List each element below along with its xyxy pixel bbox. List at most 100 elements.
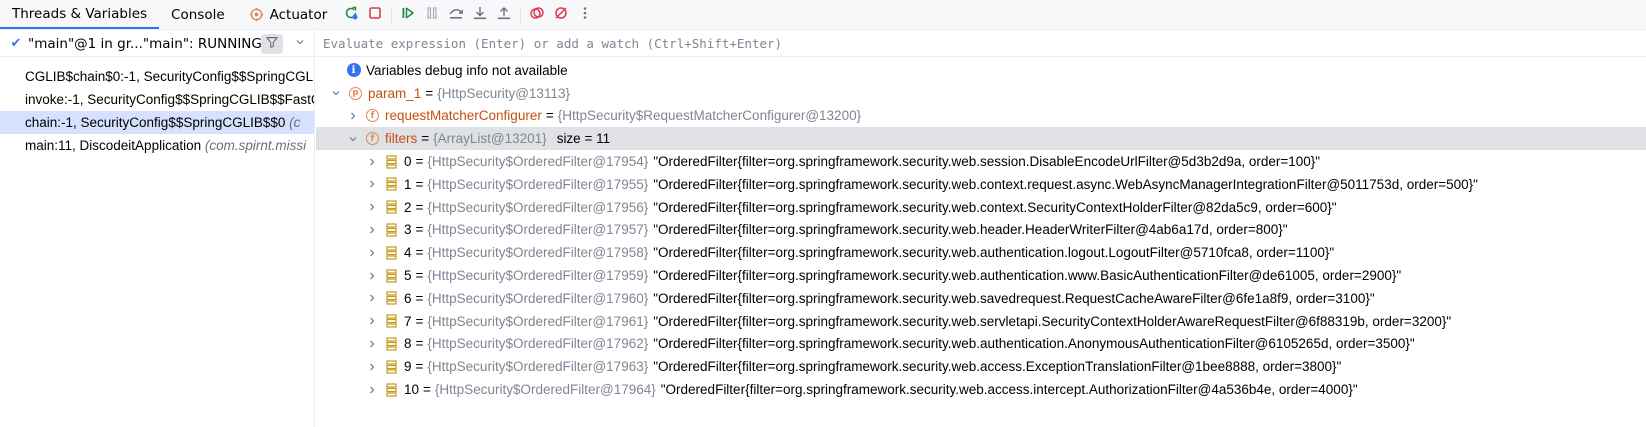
element-value: "OrderedFilter{filter=org.springframewor… (653, 336, 1415, 352)
thread-dropdown-button[interactable] (292, 36, 308, 52)
evaluate-expression-input[interactable]: Evaluate expression (Enter) or add a wat… (316, 31, 1646, 57)
array-element-row[interactable]: 2 = {HttpSecurity$OrderedFilter@17956} "… (316, 196, 1646, 219)
stop-icon (367, 5, 383, 25)
chevron-right-icon[interactable] (364, 268, 380, 284)
array-element-row[interactable]: 5 = {HttpSecurity$OrderedFilter@17959} "… (316, 264, 1646, 287)
check-icon: ✔ (10, 36, 22, 51)
variable-type: {ArrayList@13201} (433, 131, 547, 147)
element-index: 8 (404, 336, 412, 352)
filter-button[interactable] (261, 34, 283, 54)
array-element-row[interactable]: 7 = {HttpSecurity$OrderedFilter@17961} "… (316, 310, 1646, 333)
array-element-row[interactable]: 9 = {HttpSecurity$OrderedFilter@17963} "… (316, 355, 1646, 378)
equals-sign: = (415, 154, 424, 170)
frame-item[interactable]: main:11, DiscodeitApplication (com.spirn… (0, 134, 314, 157)
chevron-down-icon[interactable] (328, 85, 344, 101)
actuator-icon (249, 7, 265, 23)
element-type: {HttpSecurity$OrderedFilter@17955} (427, 176, 649, 192)
filter-icon (265, 35, 279, 53)
equals-sign: = (415, 199, 424, 215)
element-value: "OrderedFilter{filter=org.springframewor… (653, 268, 1402, 284)
debug-toolbar: Threads & Variables Console Actuator (0, 0, 1646, 30)
array-element-row[interactable]: 10 = {HttpSecurity$OrderedFilter@17964} … (316, 378, 1646, 401)
chevron-down-icon[interactable] (345, 131, 361, 147)
rerun-icon (343, 5, 359, 25)
step-out-icon (496, 5, 512, 25)
pause-button[interactable] (420, 0, 444, 30)
variable-row-selected[interactable]: f filters = {ArrayList@13201} size = 11 (316, 127, 1646, 151)
chevron-right-icon[interactable] (364, 199, 380, 215)
equals-sign: = (423, 382, 431, 398)
field-icon: f (365, 108, 380, 123)
variable-row[interactable]: f requestMatcherConfigurer = {HttpSecuri… (316, 105, 1646, 128)
element-value: "OrderedFilter{filter=org.springframewor… (653, 245, 1335, 261)
evaluate-expression-placeholder: Evaluate expression (Enter) or add a wat… (323, 36, 783, 51)
array-element-row[interactable]: 4 = {HttpSecurity$OrderedFilter@17958} "… (316, 241, 1646, 264)
chevron-right-icon[interactable] (364, 336, 380, 352)
more-icon (577, 5, 593, 25)
variable-type: {HttpSecurity@13113} (437, 85, 570, 101)
element-index: 6 (404, 290, 412, 306)
toolbar-separator (520, 6, 522, 23)
tab-threads-variables[interactable]: Threads & Variables (0, 0, 160, 29)
chevron-right-icon[interactable] (364, 382, 380, 398)
chevron-right-icon[interactable] (364, 290, 380, 306)
debug-info-text: Variables debug info not available (366, 62, 568, 78)
array-element-icon (384, 291, 399, 306)
frame-item[interactable]: invoke:-1, SecurityConfig$$SpringCGLIB$$… (0, 88, 314, 111)
variable-name: requestMatcherConfigurer (385, 108, 542, 124)
array-element-row[interactable]: 0 = {HttpSecurity$OrderedFilter@17954} "… (316, 150, 1646, 173)
array-element-row[interactable]: 1 = {HttpSecurity$OrderedFilter@17955} "… (316, 173, 1646, 196)
thread-selector[interactable]: ✔ "main"@1 in gr..."main": RUNNING (0, 31, 314, 57)
chevron-right-icon[interactable] (364, 222, 380, 238)
resume-icon (400, 5, 416, 25)
chevron-right-icon[interactable] (364, 359, 380, 375)
variable-type: {HttpSecurity$RequestMatcherConfigurer@1… (557, 108, 862, 124)
element-type: {HttpSecurity$OrderedFilter@17954} (427, 154, 649, 170)
equals-sign: = (425, 85, 434, 101)
tab-console[interactable]: Console (159, 0, 237, 29)
element-type: {HttpSecurity$OrderedFilter@17960} (427, 290, 649, 306)
resume-button[interactable] (396, 0, 420, 30)
array-element-icon (384, 200, 399, 215)
array-element-icon (384, 154, 399, 169)
more-button[interactable] (573, 0, 597, 30)
toolbar-separator (391, 6, 393, 23)
tab-actuator[interactable]: Actuator (237, 0, 340, 29)
view-breakpoints-button[interactable] (525, 0, 549, 30)
element-value: "OrderedFilter{filter=org.springframewor… (660, 382, 1358, 398)
equals-sign: = (415, 245, 424, 261)
parameter-icon: p (348, 86, 363, 101)
step-into-button[interactable] (468, 0, 492, 30)
chevron-right-icon[interactable] (364, 154, 380, 170)
chevron-right-icon[interactable] (364, 313, 380, 329)
array-element-icon (384, 177, 399, 192)
chevron-right-icon[interactable] (364, 245, 380, 261)
element-index: 1 (404, 176, 412, 192)
step-over-button[interactable] (444, 0, 468, 30)
tab-threads-variables-label: Threads & Variables (12, 5, 148, 22)
step-over-icon (448, 5, 464, 25)
equals-sign: = (415, 176, 424, 192)
array-element-row[interactable]: 8 = {HttpSecurity$OrderedFilter@17962} "… (316, 333, 1646, 356)
element-index: 0 (404, 154, 412, 170)
frame-method: main:11, DiscodeitApplication (25, 138, 202, 153)
element-index: 10 (404, 382, 420, 398)
array-element-icon (384, 359, 399, 374)
rerun-button[interactable] (339, 0, 363, 30)
chevron-right-icon[interactable] (364, 176, 380, 192)
chevron-right-icon[interactable] (345, 108, 361, 124)
element-value: "OrderedFilter{filter=org.springframewor… (653, 359, 1342, 375)
stop-button[interactable] (363, 0, 387, 30)
element-type: {HttpSecurity$OrderedFilter@17963} (427, 359, 649, 375)
frame-item-selected[interactable]: chain:-1, SecurityConfig$$SpringCGLIB$$0… (0, 111, 314, 134)
step-out-button[interactable] (492, 0, 516, 30)
array-element-row[interactable]: 3 = {HttpSecurity$OrderedFilter@17957} "… (316, 219, 1646, 242)
array-element-row[interactable]: 6 = {HttpSecurity$OrderedFilter@17960} "… (316, 287, 1646, 310)
variable-row[interactable]: p param_1 = {HttpSecurity@13113} (316, 82, 1646, 105)
thread-label: "main"@1 in gr..."main": RUNNING (28, 35, 262, 52)
array-element-icon (384, 268, 399, 283)
mute-breakpoints-button[interactable] (549, 0, 573, 30)
frame-item[interactable]: CGLIB$chain$0:-1, SecurityConfig$$Spring… (0, 65, 314, 88)
element-index: 4 (404, 245, 412, 261)
element-value: "OrderedFilter{filter=org.springframewor… (653, 154, 1321, 170)
